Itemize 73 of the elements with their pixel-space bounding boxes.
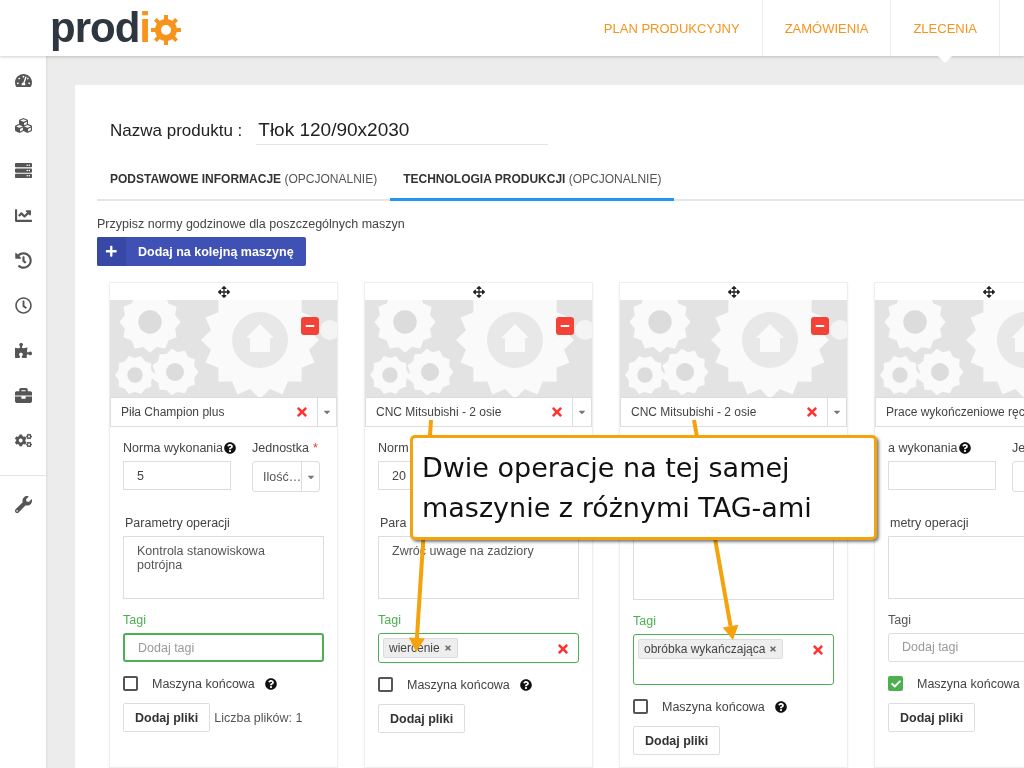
tags-field[interactable]: obróbka wykańczająca: [633, 634, 834, 685]
checkbox-label: Maszyna końcowa: [917, 676, 1020, 691]
add-files-button[interactable]: Dodaj pliki: [633, 726, 721, 755]
clear-icon[interactable]: [805, 405, 819, 419]
remove-button[interactable]: [301, 317, 319, 335]
field-label: metry operacji: [889, 516, 969, 530]
checkbox[interactable]: [633, 699, 648, 714]
move-icon[interactable]: [727, 285, 740, 298]
tab[interactable]: PODSTAWOWE INFORMACJE (OPCJONALNIE): [97, 159, 391, 201]
norm-input[interactable]: [888, 461, 996, 490]
move-icon[interactable]: [217, 285, 230, 298]
instructions-text: Przypisz normy godzinowe dla poszczególnych maszyn: [97, 217, 406, 231]
field-label: Norm: [378, 441, 409, 455]
checkbox[interactable]: [378, 677, 393, 692]
briefcase-icon[interactable]: [13, 385, 33, 405]
remove-button[interactable]: [556, 317, 574, 335]
params-textarea[interactable]: Kontrola stanowiskowa potrójna: [123, 536, 324, 599]
move-icon[interactable]: [472, 285, 485, 298]
clear-icon[interactable]: [295, 405, 309, 419]
files-count: Liczba plików: 1: [214, 710, 303, 725]
remove-tag-icon[interactable]: [769, 645, 778, 653]
field-label: Tagi: [378, 613, 401, 627]
field-label: Tagi: [123, 613, 146, 627]
checkbox[interactable]: [888, 676, 903, 691]
help-icon[interactable]: [774, 700, 787, 713]
add-files-button[interactable]: Dodaj pliki: [888, 703, 976, 732]
checkbox[interactable]: [123, 676, 138, 691]
help-icon[interactable]: [519, 678, 532, 691]
remove-tag-icon[interactable]: [443, 644, 452, 652]
history-icon[interactable]: [13, 250, 33, 270]
puzzle-icon[interactable]: [13, 340, 33, 360]
field-label: Tagi: [888, 613, 911, 627]
product-name-field[interactable]: Tłok 120/90x2030: [256, 119, 549, 145]
field-label: Je: [1012, 441, 1024, 455]
clear-icon[interactable]: [550, 405, 564, 419]
help-icon[interactable]: [224, 442, 237, 454]
machine-select[interactable]: CNC Mitsubishi - 2 osie: [620, 397, 847, 427]
field-label: Parametry operacji: [124, 516, 230, 530]
unit-select[interactable]: Ilość…: [252, 461, 321, 492]
remove-button[interactable]: [811, 317, 829, 335]
norm-input[interactable]: 5: [123, 461, 231, 490]
clear-icon[interactable]: [556, 642, 570, 656]
wrench-icon[interactable]: [13, 494, 33, 514]
field-label: Jednostka *: [252, 441, 318, 455]
checkbox-label: Maszyna końcowa: [662, 699, 765, 714]
clear-icon[interactable]: [811, 643, 825, 657]
machine-select[interactable]: Prace wykończeniowe ręc: [875, 397, 1024, 427]
move-icon[interactable]: [982, 285, 995, 298]
tags-field[interactable]: wiercenie: [378, 633, 579, 663]
clock-icon[interactable]: [13, 295, 33, 315]
add-files-button[interactable]: Dodaj pliki: [378, 704, 466, 733]
gear-icon: [151, 15, 181, 45]
tag-chip[interactable]: obróbka wykańczająca: [638, 639, 784, 659]
help-icon[interactable]: [264, 677, 277, 690]
field-label: a wykonania: [888, 441, 971, 455]
logo[interactable]: prodi: [50, 4, 181, 52]
checkbox-label: Maszyna końcowa: [152, 676, 255, 691]
cubes-icon[interactable]: [13, 115, 33, 135]
tag-chip[interactable]: wiercenie: [383, 638, 458, 658]
plus-icon: [105, 245, 118, 258]
callout-text: Dwie operacje na tej samej maszynie z różnymi TAG-ami: [422, 450, 812, 525]
add-machine-button[interactable]: Dodaj na kolejną maszynę: [97, 237, 306, 266]
server-icon[interactable]: [13, 160, 33, 180]
tab[interactable]: TECHNOLOGIA PRODUKCJI (OPCJONALNIE): [390, 159, 675, 201]
field-label: Norma wykonania: [123, 441, 237, 455]
add-files-button[interactable]: Dodaj pliki: [123, 703, 211, 732]
machine-select[interactable]: Piła Champion plus: [110, 397, 337, 427]
machine-select[interactable]: CNC Mitsubishi - 2 osie: [365, 397, 592, 427]
field-label: Tagi: [633, 614, 656, 628]
field-label: Para: [379, 516, 407, 530]
checkbox-label: Maszyna końcowa: [407, 677, 510, 692]
product-label: Nazwa produktu :: [110, 121, 243, 141]
help-icon[interactable]: [958, 442, 971, 454]
